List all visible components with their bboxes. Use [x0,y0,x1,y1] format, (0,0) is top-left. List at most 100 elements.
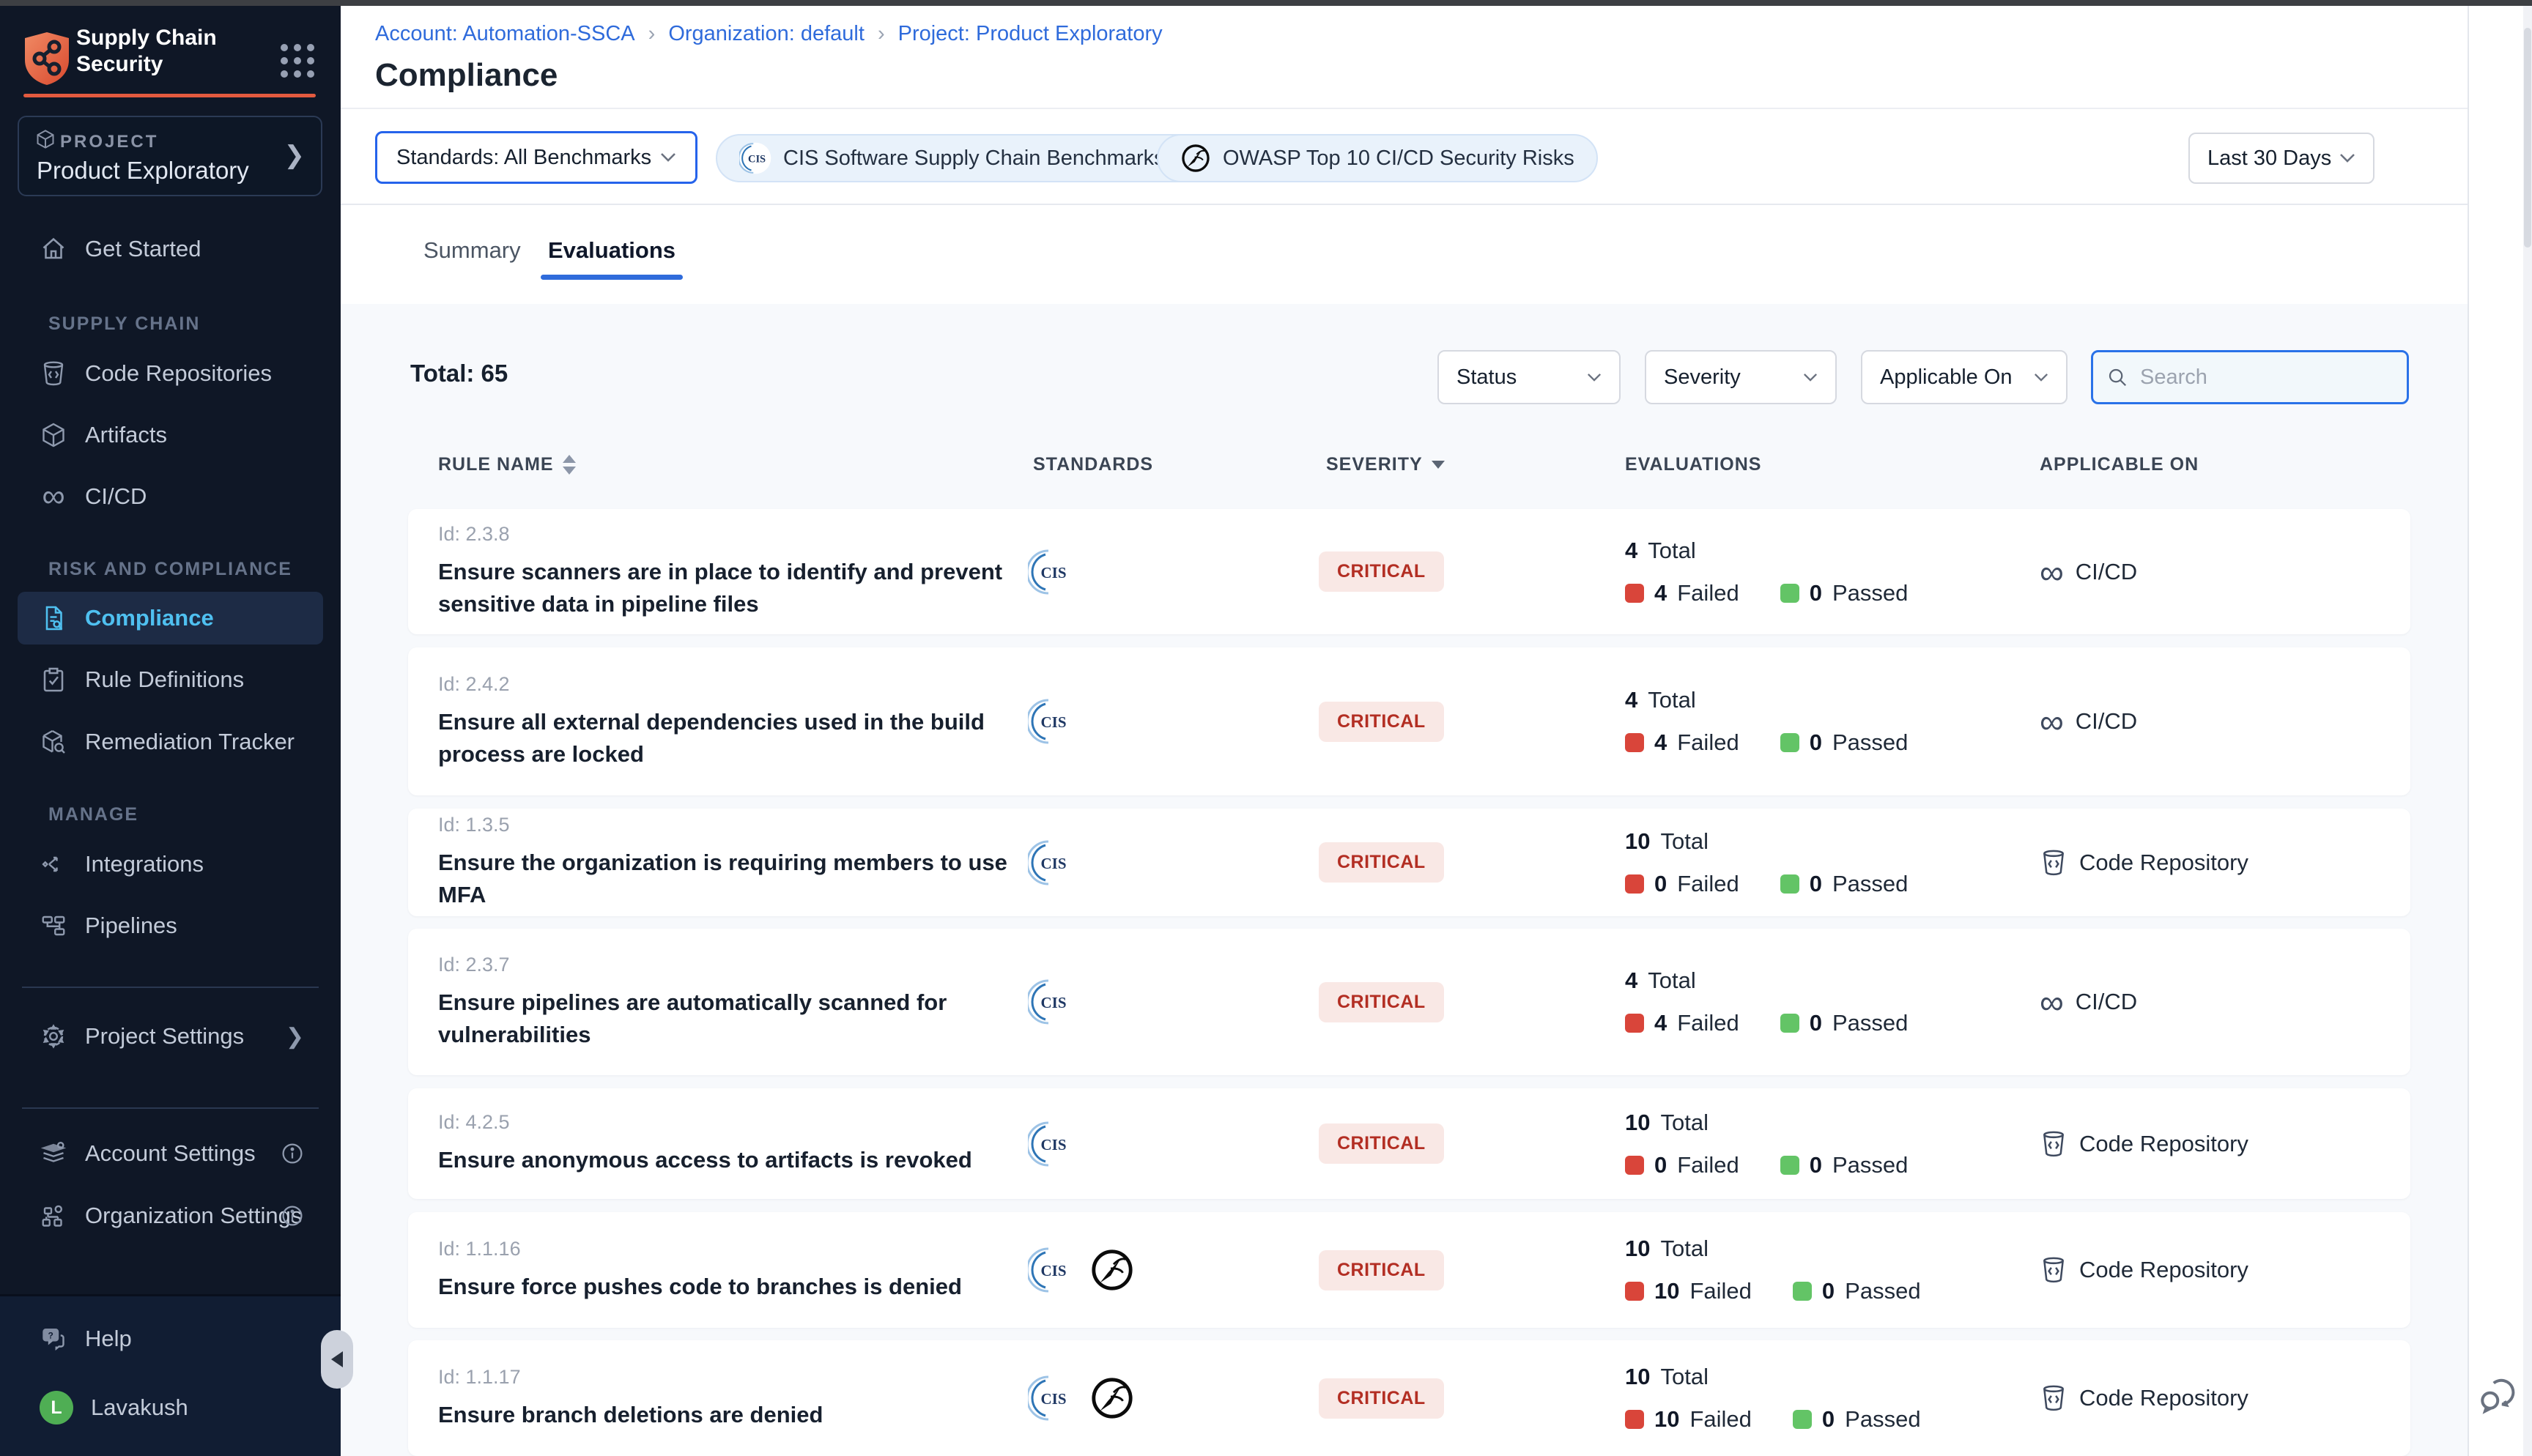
table-row[interactable]: Id: 1.1.16 Ensure force pushes code to b… [408,1212,2410,1328]
severity-filter-dropdown[interactable]: Severity [1645,350,1837,404]
sidebar-item-integrations[interactable]: Integrations [18,838,323,891]
svg-text:CIS: CIS [1040,1136,1066,1154]
benchmark-chip-owasp[interactable]: OWASP Top 10 CI/CD Security Risks [1157,134,1598,182]
search-input[interactable] [2139,365,2383,390]
sidebar-item-cicd[interactable]: ∞ CI/CD [18,470,323,523]
rule-id: Id: 2.3.8 [438,523,510,546]
sidebar-item-compliance[interactable]: Compliance [18,592,323,645]
sidebar-item-artifacts[interactable]: Artifacts [18,409,323,461]
column-header-severity[interactable]: SEVERITY [1326,454,1445,475]
sidebar-item-label: Get Started [85,236,201,262]
rule-name: Ensure pipelines are automatically scann… [438,987,1017,1051]
date-range-value: Last 30 Days [2207,146,2331,171]
home-icon [40,235,67,263]
sidebar-item-organization-settings[interactable]: Organization Settings [18,1189,323,1242]
dropdown-label: Status [1456,365,1517,390]
sidebar-item-label: Remediation Tracker [85,729,295,755]
owasp-icon [1089,1247,1135,1293]
date-range-dropdown[interactable]: Last 30 Days [2188,133,2374,184]
sidebar-item-code-repositories[interactable]: Code Repositories [18,347,323,400]
compliance-document-icon [40,604,67,632]
failed-indicator [1625,874,1644,894]
sidebar-item-remediation-tracker[interactable]: Remediation Tracker [18,716,323,768]
scrollbar-thumb[interactable] [2524,28,2531,248]
feedback-chat-icon[interactable] [2476,1374,2520,1418]
project-cube-icon [35,129,56,149]
table-row[interactable]: Id: 1.3.5 Ensure the organization is req… [408,809,2410,916]
chip-label: OWASP Top 10 CI/CD Security Risks [1223,146,1574,171]
failed-indicator [1625,1410,1644,1429]
applicable-on-cell: Code Repository [2040,1088,2248,1199]
breadcrumb-project-link[interactable]: Project: Product Exploratory [898,22,1163,46]
rule-name-cell: Id: 1.1.16 Ensure force pushes code to b… [438,1212,1017,1328]
user-menu[interactable]: L Lavakush [18,1381,323,1434]
sidebar-item-account-settings[interactable]: Account Settings [18,1127,323,1180]
applicable-on-filter-dropdown[interactable]: Applicable On [1861,350,2068,404]
applicable-on-cell: Code Repository [2040,1212,2248,1328]
app-switcher-grid-icon[interactable] [281,44,314,78]
standards-cell: CIS [1028,509,1075,634]
dropdown-label: Applicable On [1880,365,2013,390]
table-row[interactable]: Id: 2.3.7 Ensure pipelines are automatic… [408,929,2410,1075]
sidebar-item-label: Pipelines [85,913,177,939]
passed-indicator [1780,584,1799,603]
severity-cell: CRITICAL [1319,509,1444,634]
applicable-on-label: Code Repository [2079,850,2248,876]
total-count: 10 [1625,1364,1650,1390]
table-row[interactable]: Id: 2.4.2 Ensure all external dependenci… [408,647,2410,795]
breadcrumb-organization-link[interactable]: Organization: default [668,22,865,46]
sidebar-item-pipelines[interactable]: Pipelines [18,899,323,952]
sidebar-footer: ? Help L Lavakush [0,1294,341,1456]
infinity-icon: ∞ [40,483,67,510]
tab-evaluations[interactable]: Evaluations [548,237,675,264]
project-switcher[interactable]: PROJECT Product Exploratory ❯ [18,116,322,196]
passed-indicator [1780,874,1799,894]
cicd-infinity-icon: ∞ [2040,995,2064,1009]
cis-icon: CIS [1028,698,1075,745]
cis-icon: CIS [1028,549,1075,595]
standards-dropdown[interactable]: Standards: All Benchmarks [375,131,697,184]
passed-indicator [1780,1014,1799,1033]
passed-count: 0 [1810,729,1822,756]
rule-name: Ensure all external dependencies used in… [438,706,1017,770]
sidebar-collapse-handle[interactable] [321,1330,353,1389]
rule-id: Id: 1.3.5 [438,814,510,836]
table-row[interactable]: Id: 1.1.17 Ensure branch deletions are d… [408,1340,2410,1456]
chevron-down-icon [1803,373,1818,382]
info-icon[interactable] [281,1204,304,1227]
rule-name-cell: Id: 2.3.7 Ensure pipelines are automatic… [438,929,1017,1075]
failed-count: 4 [1654,729,1667,756]
cis-icon: CIS [1028,1375,1075,1422]
sidebar-item-get-started[interactable]: Get Started [18,223,323,275]
sidebar-item-rule-definitions[interactable]: Rule Definitions [18,653,323,706]
chevron-down-icon [2339,153,2355,163]
benchmark-chip-cis[interactable]: CIS CIS Software Supply Chain Benchmarks… [716,134,1224,182]
chip-label: CIS Software Supply Chain Benchmarks 1.0 [783,146,1200,171]
status-filter-dropdown[interactable]: Status [1437,350,1621,404]
evaluations-cell: 10 Total 10 Failed 0 Passed [1625,1340,1921,1456]
info-icon[interactable] [281,1142,304,1165]
severity-badge: CRITICAL [1319,842,1444,883]
breadcrumb-separator: › [878,22,885,46]
user-name: Lavakush [91,1394,188,1421]
breadcrumb-separator: › [648,22,656,46]
breadcrumb-account-link[interactable]: Account: Automation-SSCA [375,22,635,46]
svg-text:CIS: CIS [1040,564,1066,582]
evaluations-cell: 4 Total 4 Failed 0 Passed [1625,509,1908,634]
sidebar-item-help[interactable]: ? Help [18,1312,323,1365]
failed-count: 4 [1654,1010,1667,1036]
clipboard-check-icon [40,666,67,694]
code-repository-icon [2040,1384,2068,1412]
active-tab-underline [541,275,683,280]
applicable-on-label: Code Repository [2079,1131,2248,1157]
standards-cell: CIS [1028,809,1075,916]
rule-name-cell: Id: 4.2.5 Ensure anonymous access to art… [438,1088,1017,1199]
sidebar-item-project-settings[interactable]: Project Settings ❯ [18,1010,323,1063]
table-row[interactable]: Id: 2.3.8 Ensure scanners are in place t… [408,509,2410,634]
table-row[interactable]: Id: 4.2.5 Ensure anonymous access to art… [408,1088,2410,1199]
tab-summary[interactable]: Summary [423,237,521,264]
column-header-rule-name[interactable]: RULE NAME [438,454,576,475]
failed-count: 4 [1654,580,1667,606]
rule-name: Ensure force pushes code to branches is … [438,1271,962,1303]
applicable-on-label: CI/CD [2076,989,2137,1015]
